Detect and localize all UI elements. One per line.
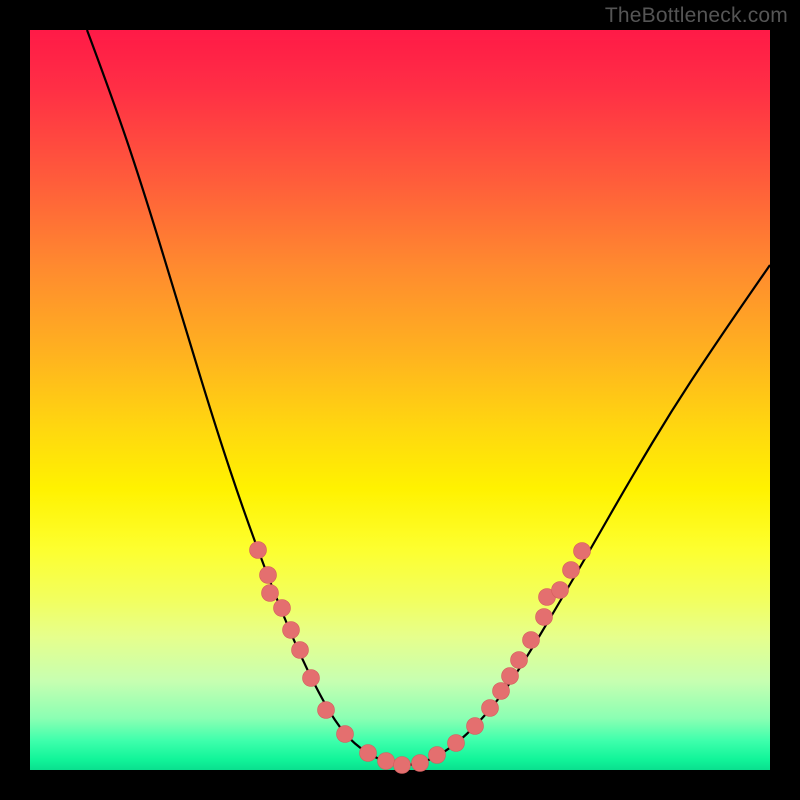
scatter-dot bbox=[303, 670, 320, 687]
scatter-dot bbox=[523, 632, 540, 649]
scatter-dot bbox=[337, 726, 354, 743]
scatter-dot bbox=[563, 562, 580, 579]
scatter-dot bbox=[574, 543, 591, 560]
scatter-dot bbox=[482, 700, 499, 717]
scatter-dot bbox=[552, 582, 569, 599]
scatter-dot bbox=[260, 567, 277, 584]
scatter-dot bbox=[360, 745, 377, 762]
scatter-dot bbox=[412, 755, 429, 772]
scatter-dot bbox=[502, 668, 519, 685]
scatter-dot bbox=[378, 753, 395, 770]
scatter-points bbox=[250, 542, 591, 774]
scatter-dot bbox=[250, 542, 267, 559]
scatter-dot bbox=[318, 702, 335, 719]
scatter-dot bbox=[283, 622, 300, 639]
scatter-dot bbox=[274, 600, 291, 617]
bottleneck-curve bbox=[87, 30, 770, 765]
scatter-dot bbox=[394, 757, 411, 774]
watermark-text: TheBottleneck.com bbox=[605, 4, 788, 28]
scatter-dot bbox=[511, 652, 528, 669]
scatter-dot bbox=[467, 718, 484, 735]
scatter-dot bbox=[429, 747, 446, 764]
scatter-dot bbox=[536, 609, 553, 626]
scatter-dot bbox=[448, 735, 465, 752]
chart-overlay bbox=[30, 30, 770, 770]
scatter-dot bbox=[292, 642, 309, 659]
scatter-dot bbox=[493, 683, 510, 700]
scatter-dot bbox=[262, 585, 279, 602]
chart-frame: TheBottleneck.com bbox=[0, 0, 800, 800]
